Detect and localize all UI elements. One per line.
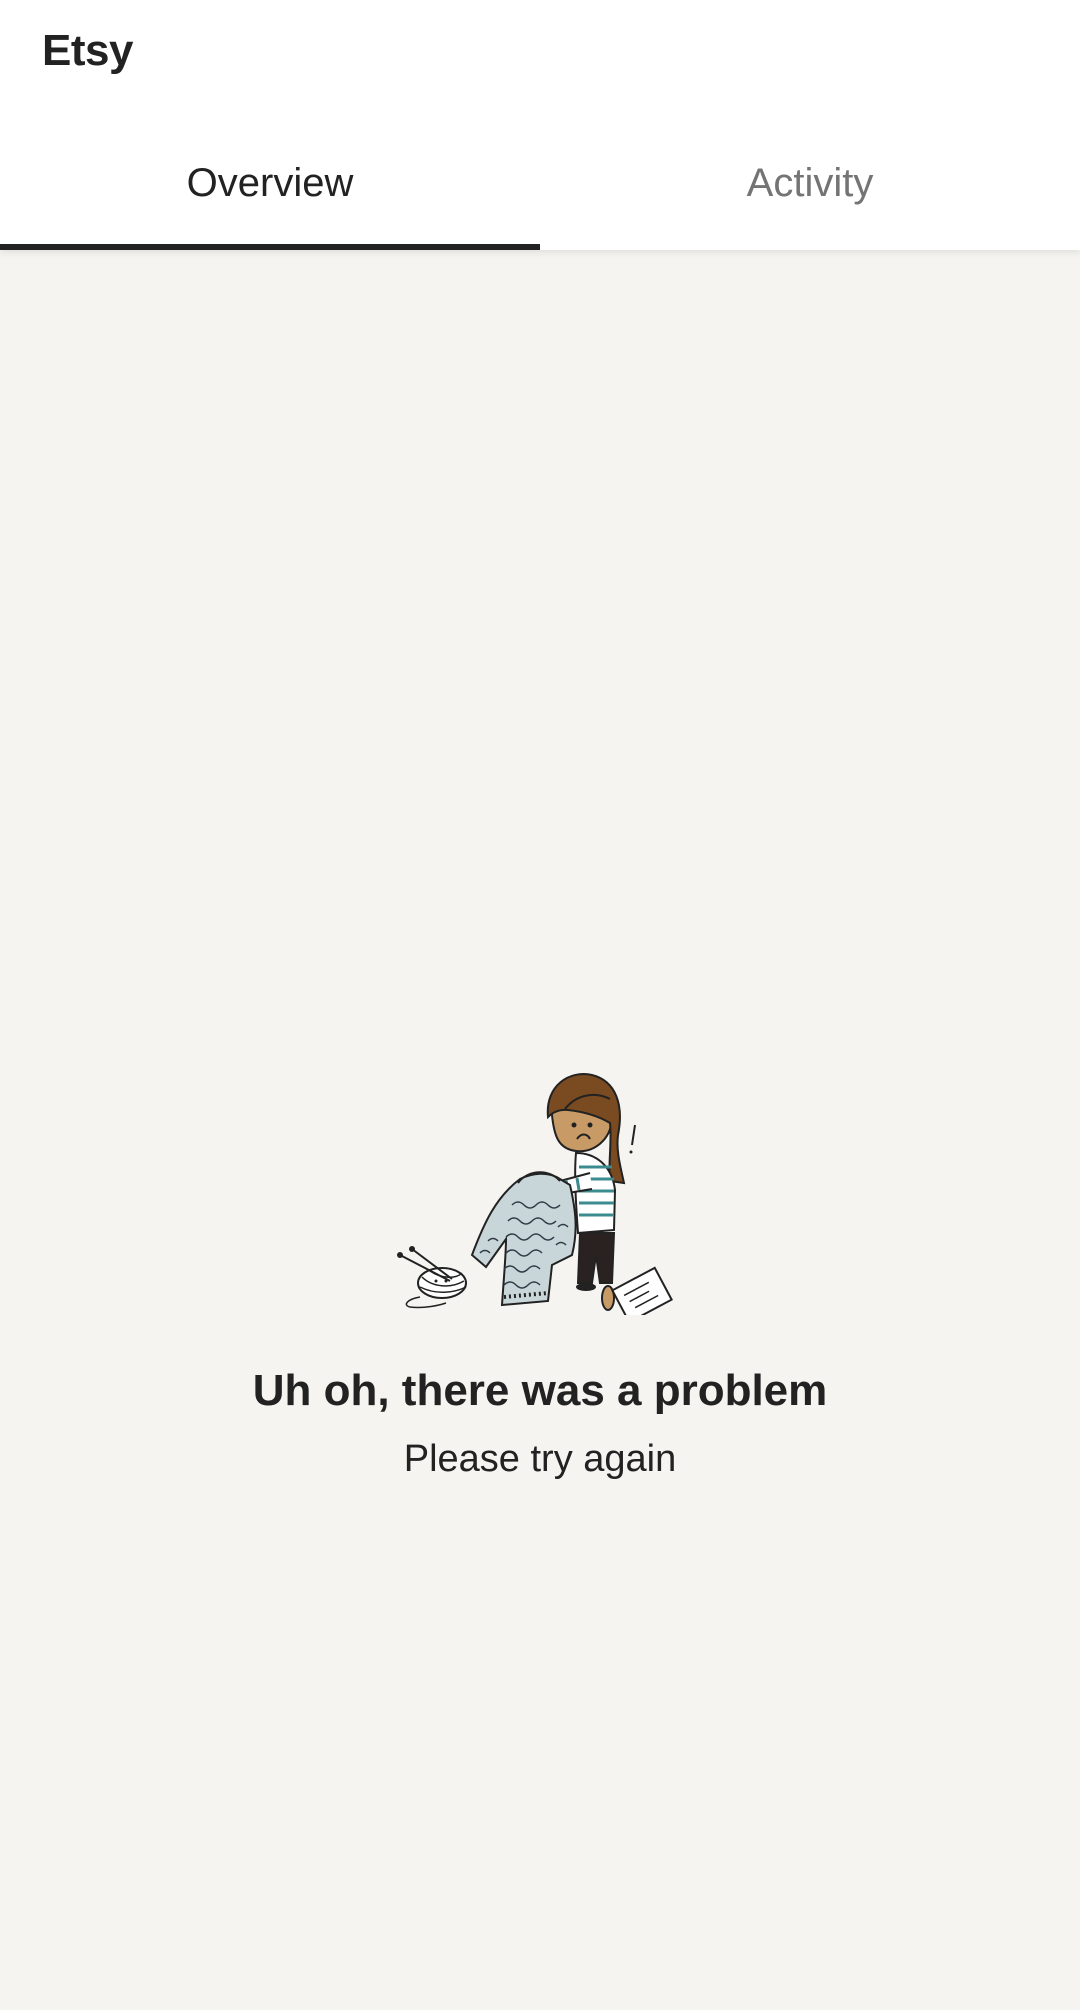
active-tab-indicator	[0, 244, 540, 250]
tab-bar: Overview Activity	[0, 128, 1080, 250]
app-header: Etsy Overview Activity	[0, 0, 1080, 250]
app-title: Etsy	[42, 26, 133, 75]
error-title: Uh oh, there was a problem	[252, 1366, 828, 1415]
tab-overview-label: Overview	[186, 160, 354, 205]
knitting-error-illustration-icon	[397, 1073, 673, 1315]
tab-overview[interactable]: Overview	[0, 128, 540, 250]
error-subtitle: Please try again	[403, 1438, 677, 1480]
tab-activity[interactable]: Activity	[540, 128, 1080, 250]
tab-activity-label: Activity	[746, 160, 874, 205]
